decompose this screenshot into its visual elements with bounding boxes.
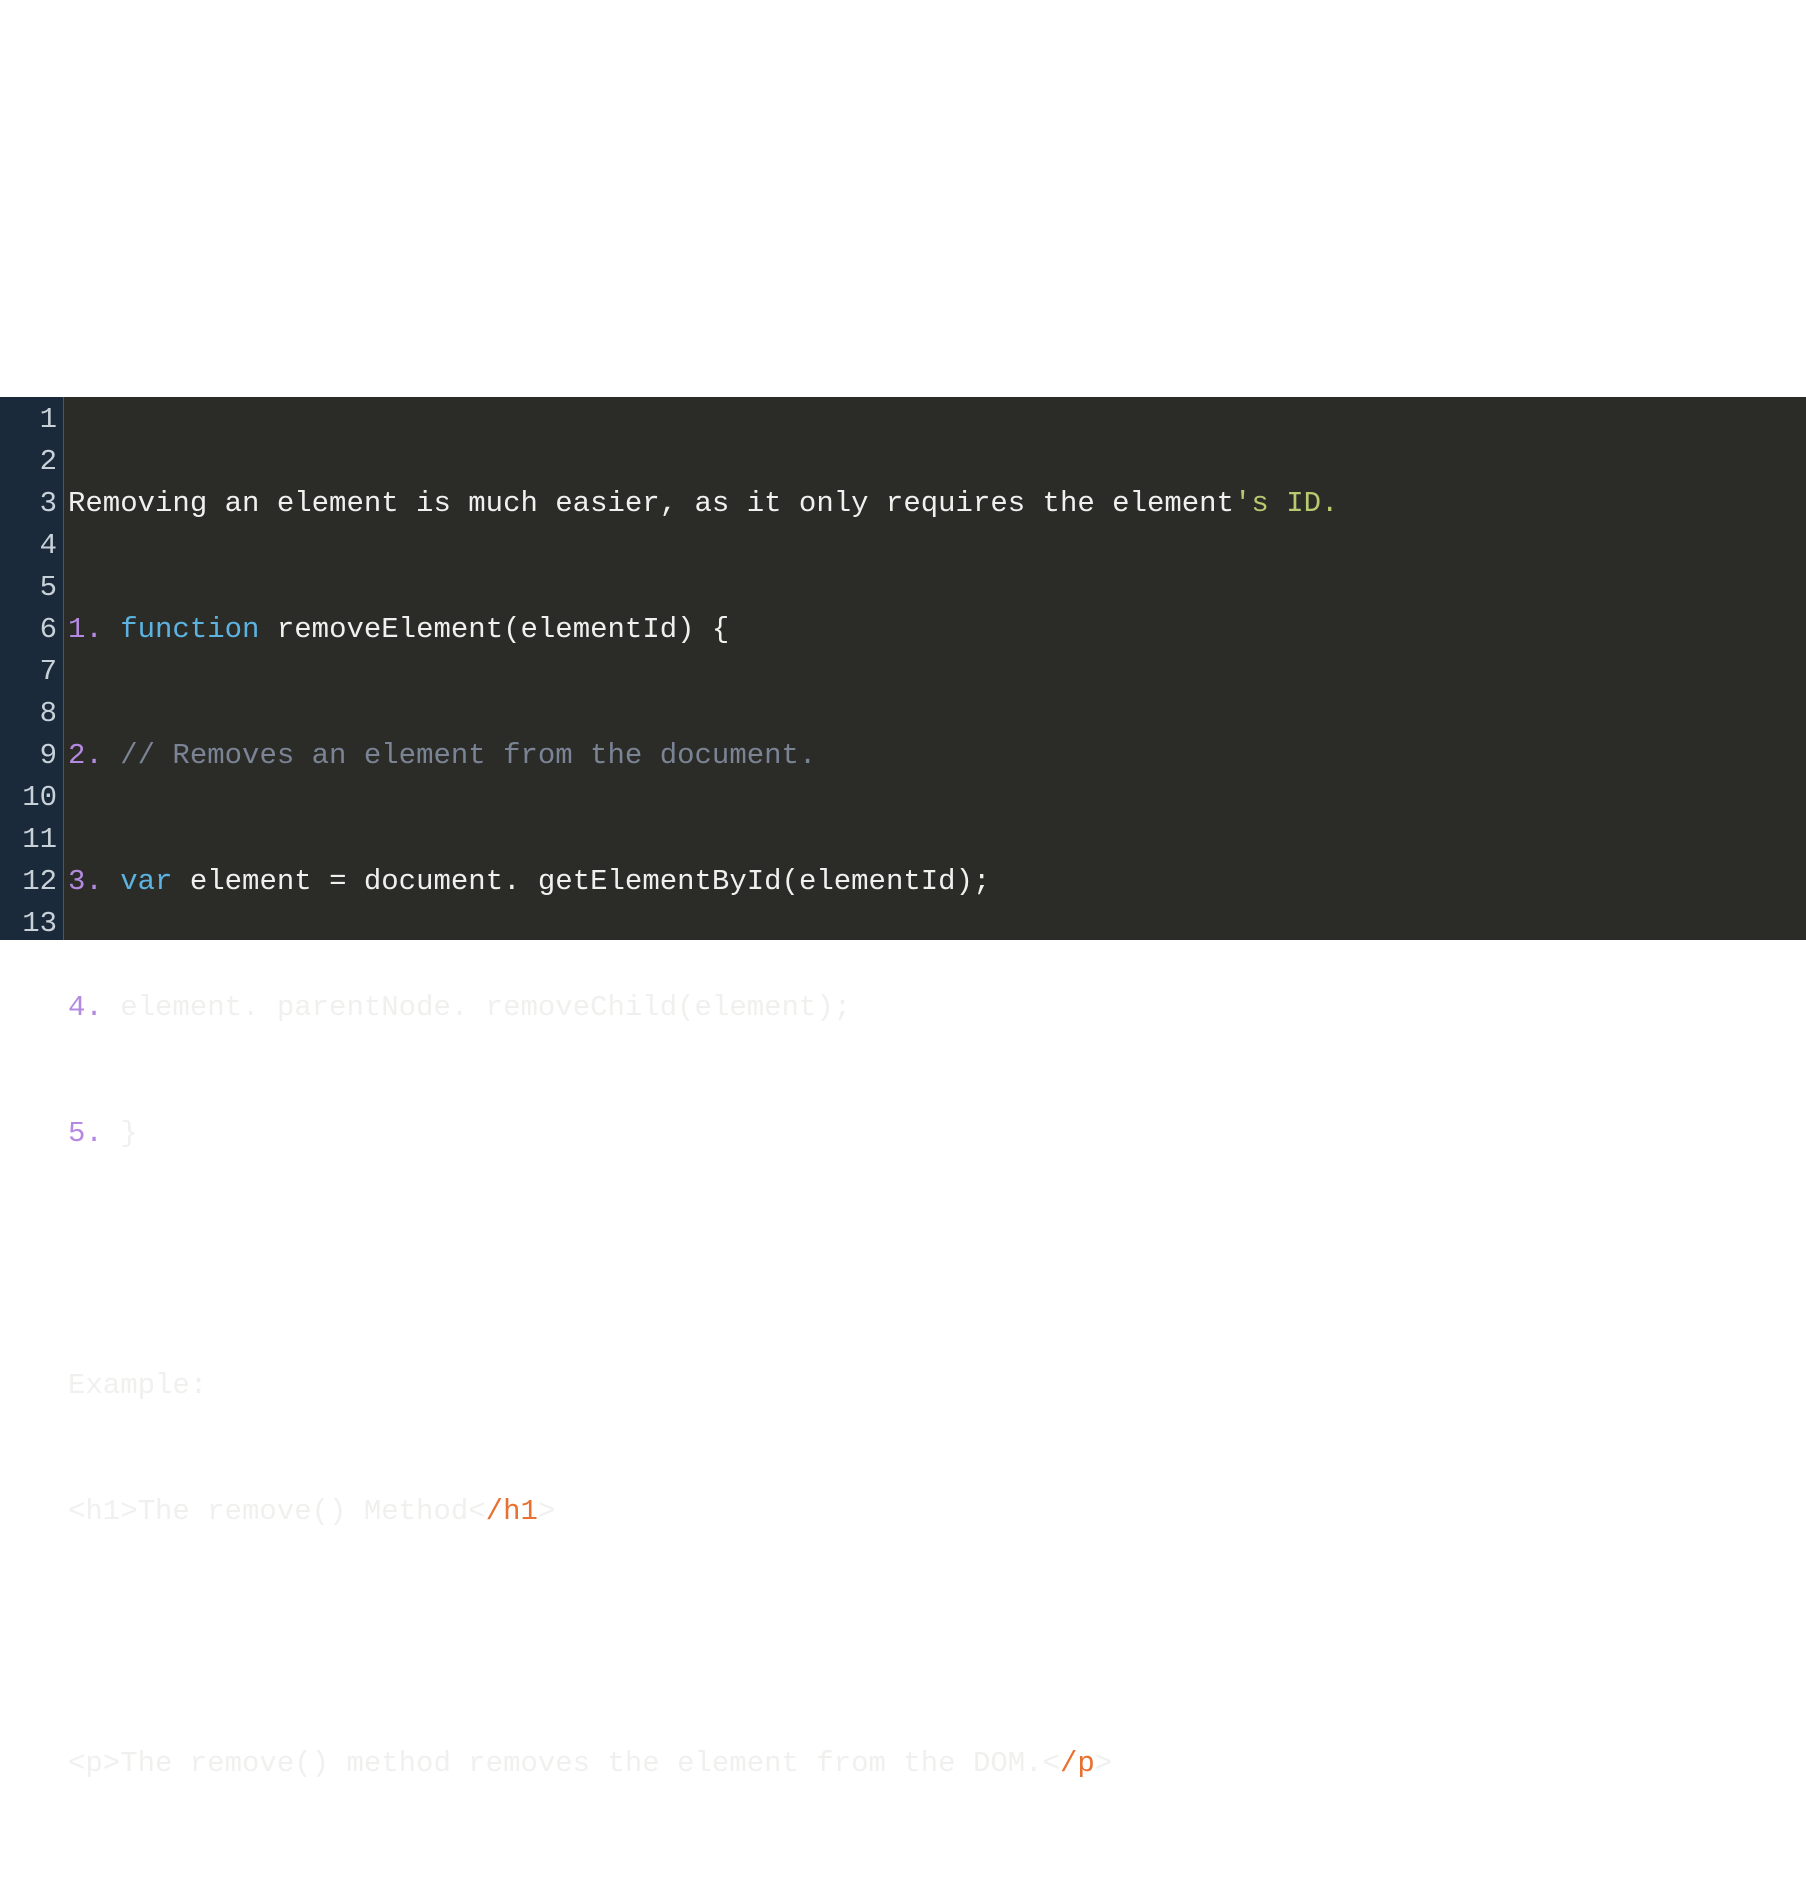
code-line[interactable] [68,1617,1806,1659]
code-token-number: 1. [68,613,103,646]
code-line[interactable]: 1. function removeElement(elementId) { [68,609,1806,651]
line-number: 10 [0,777,57,819]
code-line[interactable]: <h1>The remove() Method</h1> [68,1491,1806,1533]
code-line[interactable] [68,1869,1806,1880]
code-token: element. parentNode. removeChild(element… [103,991,851,1024]
code-token-tag: /p [1060,1747,1095,1780]
code-token: element = document. getElementById(eleme… [172,865,990,898]
line-number: 4 [0,525,57,567]
code-token-number: 3. [68,865,103,898]
code-line[interactable]: 3. var element = document. getElementByI… [68,861,1806,903]
code-token-keyword: var [103,865,173,898]
code-token: <h1>The remove() Method< [68,1495,486,1528]
code-token-string: 's ID. [1234,487,1338,520]
line-number: 5 [0,567,57,609]
code-token-number: 5. [68,1117,103,1150]
line-number: 3 [0,483,57,525]
code-token-number: 4. [68,991,103,1024]
code-content[interactable]: Removing an element is much easier, as i… [64,397,1806,940]
code-line[interactable]: <p>The remove() method removes the eleme… [68,1743,1806,1785]
line-number: 1 [0,399,57,441]
code-token: > [1095,1747,1112,1780]
code-token: <p>The remove() method removes the eleme… [68,1747,1060,1780]
code-line[interactable]: Example: [68,1365,1806,1407]
line-number: 9 [0,735,57,777]
code-token-keyword: function [103,613,260,646]
line-number: 11 [0,819,57,861]
code-line[interactable]: 2. // Removes an element from the docume… [68,735,1806,777]
line-number: 7 [0,651,57,693]
code-token [103,739,120,772]
line-number: 6 [0,609,57,651]
line-number: 12 [0,861,57,903]
line-number: 8 [0,693,57,735]
code-token: Example: [68,1369,207,1402]
code-token: } [103,1117,138,1150]
line-number-gutter: 1 2 3 4 5 6 7 8 9 10 11 12 13 [0,397,64,940]
line-number: 2 [0,441,57,483]
code-token-comment: // Removes an element from the document. [120,739,816,772]
code-line[interactable]: Removing an element is much easier, as i… [68,483,1806,525]
code-token: > [538,1495,555,1528]
code-line[interactable]: 4. element. parentNode. removeChild(elem… [68,987,1806,1029]
code-token: Removing an element is much easier, as i… [68,487,1234,520]
code-token-tag: /h1 [486,1495,538,1528]
code-token-number: 2. [68,739,103,772]
code-line[interactable] [68,1239,1806,1281]
code-line[interactable]: 5. } [68,1113,1806,1155]
line-number: 13 [0,903,57,945]
blank-area [0,0,1806,397]
code-editor[interactable]: 1 2 3 4 5 6 7 8 9 10 11 12 13 Removing a… [0,397,1806,940]
code-token: removeElement(elementId) { [259,613,729,646]
